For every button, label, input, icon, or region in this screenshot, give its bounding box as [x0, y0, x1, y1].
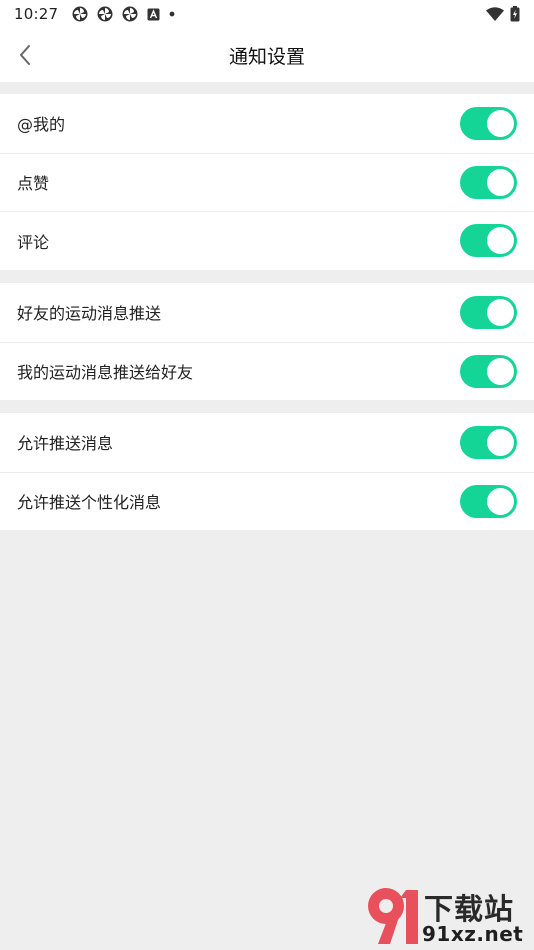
setting-label: 点赞: [17, 174, 50, 194]
pinwheel-icon: [97, 6, 113, 22]
toggle-knob: [487, 357, 514, 385]
toggle-switch[interactable]: [460, 425, 517, 459]
setting-row-friend-activity-push: 好友的运动消息推送: [0, 283, 534, 342]
settings-group-push: 允许推送消息 允许推送个性化消息: [0, 413, 534, 530]
page-title: 通知设置: [228, 45, 305, 68]
app-bar: 通知设置: [0, 28, 534, 82]
setting-label: 评论: [17, 232, 50, 252]
setting-row-share-activity-to-friends: 我的运动消息推送给好友: [0, 341, 534, 401]
status-time: 10:27: [14, 5, 59, 23]
toggle-knob: [487, 227, 514, 255]
toggle-switch[interactable]: [460, 354, 517, 388]
chevron-left-icon: [20, 45, 30, 65]
setting-row-comments: 评论: [0, 211, 534, 270]
a-box-icon: [147, 8, 160, 20]
settings-group-friends: 好友的运动消息推送 我的运动消息推送给好友: [0, 283, 534, 400]
toggle-knob: [487, 109, 514, 137]
toggle-knob: [487, 428, 514, 456]
dot-icon: [169, 11, 175, 17]
setting-label: 允许推送消息: [17, 434, 114, 454]
back-button[interactable]: [10, 40, 40, 70]
setting-row-allow-personalized-push: 允许推送个性化消息: [0, 471, 534, 531]
watermark-logo: [368, 888, 418, 944]
watermark-bottom-text: 91xz.net: [422, 922, 524, 946]
battery-icon: [510, 6, 520, 22]
toggle-knob: [487, 168, 514, 196]
toggle-switch[interactable]: [460, 295, 517, 329]
toggle-knob: [487, 487, 514, 515]
notification-icons: [72, 6, 175, 22]
toggle-switch[interactable]: [460, 106, 517, 140]
pinwheel-icon: [72, 6, 88, 22]
setting-row-allow-push: 允许推送消息: [0, 413, 534, 472]
setting-label: @我的: [17, 115, 66, 135]
setting-label: 允许推送个性化消息: [17, 493, 162, 513]
setting-label: 好友的运动消息推送: [17, 304, 162, 324]
pinwheel-icon: [122, 6, 138, 22]
settings-group-mentions: @我的 点赞 评论: [0, 94, 534, 270]
setting-row-mention-me: @我的: [0, 94, 534, 153]
status-bar: 10:27: [0, 0, 534, 28]
toggle-switch[interactable]: [460, 484, 517, 518]
setting-label: 我的运动消息推送给好友: [17, 363, 194, 383]
toggle-knob: [487, 298, 514, 326]
setting-row-likes: 点赞: [0, 152, 534, 212]
watermark: 下载站 91xz.net: [360, 884, 532, 948]
status-right: [486, 6, 520, 22]
toggle-switch[interactable]: [460, 224, 517, 258]
wifi-icon: [486, 7, 504, 21]
toggle-switch[interactable]: [460, 165, 517, 199]
